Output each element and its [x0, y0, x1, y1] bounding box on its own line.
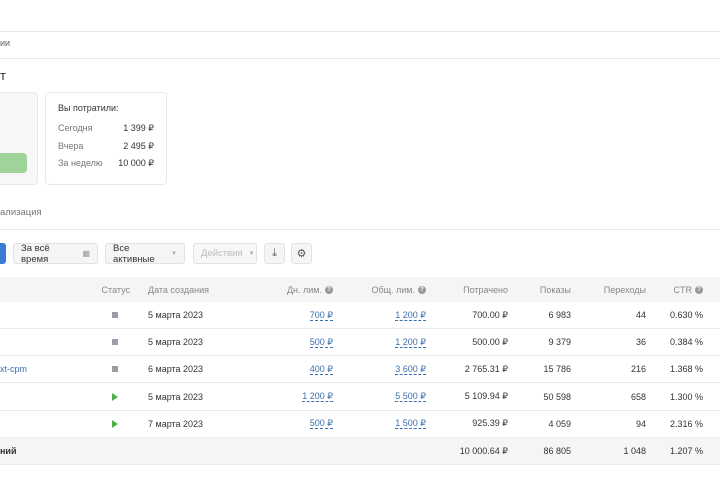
page-title: т [0, 68, 6, 83]
header-status[interactable]: Статус [102, 277, 130, 302]
header-ctr-label: CTR [673, 284, 693, 295]
total-ctr: 1.207 % [669, 446, 703, 456]
total-limit-link[interactable]: 5 500 ₽ [395, 391, 426, 403]
calendar-icon: ▦ [82, 249, 90, 258]
spent-title: Вы потратили: [58, 103, 119, 113]
pay-button[interactable] [0, 153, 27, 173]
total-limit-link[interactable]: 3 600 ₽ [395, 364, 426, 375]
table-header: Статус Дата создания Дн. лим.? Общ. лим.… [0, 277, 720, 302]
clicks-value: 36 [635, 337, 646, 348]
clicks-value: 44 [635, 310, 646, 320]
header-daily-label: Дн. лим. [286, 284, 322, 295]
actions-select[interactable]: Действия ▼ [193, 243, 257, 264]
header-daily[interactable]: Дн. лим.? [287, 277, 333, 302]
gear-icon: ⚙ [296, 248, 307, 260]
spent-value: 700.00 ₽ [472, 309, 508, 320]
spent-row: За неделю 10 000 ₽ [58, 158, 154, 176]
daily-limit-link[interactable]: 500 ₽ [309, 418, 333, 430]
header-date[interactable]: Дата создания [148, 277, 209, 302]
clicks-value: 94 [635, 418, 646, 429]
ctr-value: 1.300 % [669, 391, 703, 402]
table-row[interactable]: 5 марта 2023 700 ₽ 1 200 ₽ 700.00 ₽ 6 98… [0, 302, 720, 329]
daily-limit-link[interactable]: 1 200 ₽ [302, 391, 333, 403]
ctr-value: 0.384 % [669, 337, 703, 348]
shows-value: 50 598 [543, 391, 571, 402]
header-ctr[interactable]: CTR? [673, 277, 703, 302]
period-label: За всё время [21, 242, 50, 265]
total-shows: 86 805 [543, 446, 571, 456]
tab-realization[interactable]: ализация [0, 207, 42, 218]
ctr-value: 2.316 % [669, 418, 703, 429]
spent-label: Вчера [58, 140, 84, 151]
balance-card [0, 92, 38, 185]
table-row[interactable]: 5 марта 2023 1 200 ₽ 5 500 ₽ 5 109.94 ₽ … [0, 384, 720, 411]
spent-value: 2 765.31 ₽ [464, 363, 508, 374]
created-date: 5 марта 2023 [148, 310, 204, 320]
spent-label: За неделю [58, 158, 103, 168]
create-button[interactable] [0, 243, 6, 264]
clicks-value: 658 [630, 391, 646, 402]
spent-value: 500.00 ₽ [472, 336, 508, 347]
spent-value: 2 495 ₽ [123, 140, 154, 151]
period-select[interactable]: За всё время ▦ [13, 242, 98, 265]
created-date: 6 марта 2023 [148, 364, 204, 375]
status-active-icon [112, 411, 118, 437]
download-icon: ⤓ [272, 247, 277, 259]
total-spent: 10 000.64 ₽ [459, 445, 508, 456]
shows-value: 6 983 [548, 310, 571, 320]
header-shows[interactable]: Показы [540, 277, 571, 302]
shows-value: 15 786 [543, 364, 571, 375]
spent-row: Вчера 2 495 ₽ [58, 141, 154, 159]
header-clicks[interactable]: Переходы [604, 277, 646, 302]
status-active-icon [112, 384, 118, 410]
spent-value: 5 109.94 ₽ [464, 391, 508, 402]
status-paused-icon [112, 329, 118, 355]
spent-value: 10 000 ₽ [118, 158, 154, 168]
total-clicks: 1 048 [623, 446, 646, 456]
total-limit-link[interactable]: 1 200 ₽ [395, 337, 426, 348]
spent-label: Сегодня [58, 123, 93, 133]
table-row[interactable]: xt-cpm 6 марта 2023 400 ₽ 3 600 ₽ 2 765.… [0, 356, 720, 384]
clicks-value: 216 [630, 364, 646, 375]
chevron-down-icon: ▼ [171, 250, 177, 257]
help-icon[interactable]: ? [418, 285, 426, 294]
table-total-row: ний 10 000.64 ₽ 86 805 1 048 1.207 % [0, 438, 720, 465]
created-date: 7 марта 2023 [148, 418, 204, 429]
daily-limit-link[interactable]: 700 ₽ [309, 310, 333, 321]
table-row[interactable]: 7 марта 2023 500 ₽ 1 500 ₽ 925.39 ₽ 4 05… [0, 411, 720, 438]
spent-row: Сегодня 1 399 ₽ [58, 123, 154, 141]
daily-limit-link[interactable]: 500 ₽ [309, 337, 333, 348]
settings-button[interactable]: ⚙ [291, 243, 312, 264]
total-limit-link[interactable]: 1 200 ₽ [395, 310, 426, 321]
created-date: 5 марта 2023 [148, 391, 204, 402]
breadcrumb[interactable]: ии [0, 38, 10, 48]
header-total[interactable]: Общ. лим.? [371, 277, 426, 302]
total-limit-link[interactable]: 1 500 ₽ [395, 418, 426, 430]
header-spent[interactable]: Потрачено [463, 277, 508, 302]
chevron-down-icon: ▼ [248, 250, 255, 257]
filter-label: Все активные [113, 242, 155, 265]
actions-label: Действия [201, 248, 243, 259]
spent-card: Вы потратили: Сегодня 1 399 ₽ Вчера 2 495 ₽… [45, 92, 167, 185]
download-button[interactable]: ⤓ [264, 243, 285, 264]
ctr-value: 0.630 % [669, 310, 703, 320]
status-paused-icon [112, 302, 118, 328]
header-total-label: Общ. лим. [371, 284, 415, 295]
table-row[interactable]: 5 марта 2023 500 ₽ 1 200 ₽ 500.00 ₽ 9 37… [0, 329, 720, 357]
spent-value: 925.39 ₽ [472, 418, 508, 429]
daily-limit-link[interactable]: 400 ₽ [309, 364, 333, 375]
spent-value: 1 399 ₽ [123, 123, 154, 133]
status-filter-select[interactable]: Все активные ▼ [105, 242, 185, 265]
total-label: ний [0, 446, 17, 456]
created-date: 5 марта 2023 [148, 337, 204, 348]
help-icon[interactable]: ? [325, 285, 333, 294]
shows-value: 4 059 [548, 418, 571, 429]
ctr-value: 1.368 % [669, 364, 703, 375]
help-icon[interactable]: ? [695, 285, 703, 294]
campaign-name-link[interactable]: xt-cpm [0, 356, 27, 382]
shows-value: 9 379 [548, 337, 571, 348]
status-paused-icon [112, 356, 118, 382]
